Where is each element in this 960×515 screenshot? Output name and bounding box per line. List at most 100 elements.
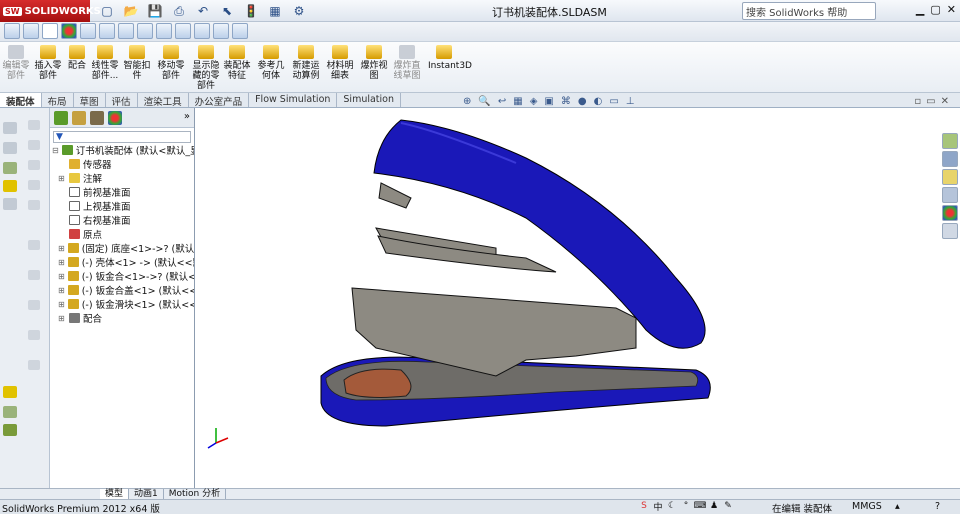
appearance-icon[interactable]: [61, 23, 77, 39]
view-back-icon[interactable]: [175, 23, 191, 39]
file-explorer-icon[interactable]: [942, 169, 958, 185]
ime-tools-icon[interactable]: ✎: [722, 500, 734, 512]
tab-1[interactable]: 布局: [42, 93, 74, 108]
ribbon-button[interactable]: 配合: [66, 45, 88, 71]
new-document-icon[interactable]: ▢: [96, 2, 118, 20]
tree-item[interactable]: ⊞ (-) 钣金滑块<1> (默认<<默认: [50, 297, 194, 311]
strip-icon[interactable]: [28, 180, 40, 190]
tab-7[interactable]: Simulation: [337, 93, 402, 107]
ribbon-button[interactable]: Instant3D: [428, 45, 472, 71]
close-icon[interactable]: ✕: [947, 3, 956, 16]
view-trimetric-icon[interactable]: [232, 23, 248, 39]
options-icon[interactable]: ⚙: [288, 2, 310, 20]
property-manager-icon[interactable]: [72, 111, 86, 125]
ribbon-button[interactable]: 智能扣件: [122, 45, 152, 81]
tab-4[interactable]: 渲染工具: [138, 93, 189, 108]
expand-toggle-icon[interactable]: ⊞: [58, 272, 65, 281]
strip-icon[interactable]: [28, 360, 40, 370]
graphics-area[interactable]: [196, 108, 940, 488]
toolbar-icon[interactable]: [80, 23, 96, 39]
ribbon-button[interactable]: 显示隐藏的零部件: [190, 45, 222, 91]
hide-show-icon[interactable]: ⌘: [561, 96, 571, 107]
hide-tree-icon[interactable]: ⊥: [626, 96, 635, 107]
expand-toggle-icon[interactable]: ⊞: [58, 244, 65, 253]
tree-item[interactable]: ⊞ (-) 钣金合<1>->? (默认<<默: [50, 269, 194, 283]
expand-toggle-icon[interactable]: ⊞: [58, 286, 65, 295]
select-cursor-icon[interactable]: ⬉: [216, 2, 238, 20]
ribbon-button[interactable]: 装配体特征: [222, 45, 252, 81]
strip-icon[interactable]: [28, 240, 40, 250]
ribbon-button[interactable]: 线性零部件...: [90, 45, 120, 81]
strip-icon[interactable]: [3, 180, 17, 192]
zoom-area-icon[interactable]: 🔍: [478, 96, 490, 107]
ime-keyboard-icon[interactable]: ⌨: [694, 500, 707, 512]
tab-6[interactable]: Flow Simulation: [249, 93, 338, 107]
open-icon[interactable]: 📂: [120, 2, 142, 20]
ribbon-button[interactable]: 新建运动算例: [290, 45, 322, 81]
view-orientation-icon[interactable]: ◈: [530, 96, 538, 107]
expand-toggle-icon[interactable]: ⊞: [58, 174, 66, 183]
display-style-icon[interactable]: ▣: [544, 96, 553, 107]
expand-toggle-icon[interactable]: ⊞: [58, 258, 65, 267]
strip-icon[interactable]: [3, 162, 17, 174]
tree-item[interactable]: ⊞ (固定) 底座<1>->? (默认<<默: [50, 241, 194, 255]
previous-view-icon[interactable]: ↩: [498, 96, 506, 107]
view-settings-icon[interactable]: ▭: [609, 96, 618, 107]
tree-item[interactable]: 原点: [50, 227, 194, 241]
file-properties-icon[interactable]: ▦: [264, 2, 286, 20]
tab-0[interactable]: 装配体: [0, 93, 42, 108]
solidworks-logo[interactable]: SW SOLIDWORKS: [0, 0, 101, 22]
view-right-icon[interactable]: [137, 23, 153, 39]
display-manager-icon[interactable]: [108, 111, 122, 125]
strip-icon[interactable]: [28, 270, 40, 280]
strip-icon[interactable]: [28, 140, 40, 150]
expand-panel-icon[interactable]: »: [184, 111, 190, 124]
appearances-icon[interactable]: [942, 205, 958, 221]
strip-icon[interactable]: [28, 200, 40, 210]
tree-item[interactable]: 上视基准面: [50, 199, 194, 213]
strip-icon[interactable]: [28, 160, 40, 170]
section-view-icon[interactable]: ▦: [513, 96, 522, 107]
appearance-icon[interactable]: ●: [578, 96, 587, 107]
ribbon-button[interactable]: 移动零部件: [156, 45, 186, 81]
bottom-tab-2[interactable]: Motion 分析: [164, 489, 227, 499]
tab-2[interactable]: 草图: [74, 93, 106, 108]
save-icon[interactable]: 💾: [144, 2, 166, 20]
view-front-icon[interactable]: [99, 23, 115, 39]
status-units[interactable]: MMGS: [852, 501, 882, 512]
ribbon-button[interactable]: 编辑零部件: [2, 45, 30, 81]
feature-manager-icon[interactable]: [54, 111, 68, 125]
tree-item[interactable]: ⊞ (-) 壳体<1> -> (默认<<默认: [50, 255, 194, 269]
ime-chinese-icon[interactable]: 中: [652, 500, 664, 513]
ime-user-icon[interactable]: ♟: [708, 500, 720, 512]
tree-item[interactable]: 右视基准面: [50, 213, 194, 227]
zoom-to-fit-icon[interactable]: ⊕: [463, 96, 471, 107]
ribbon-button[interactable]: 材料明细表: [326, 45, 354, 81]
strip-icon[interactable]: [28, 120, 40, 130]
tree-item[interactable]: ⊟ 订书机装配体 (默认<默认_显示状: [50, 143, 194, 157]
maximize-icon[interactable]: ▢: [930, 3, 940, 16]
bottom-tab-0[interactable]: 模型: [100, 489, 130, 499]
ime-punct-icon[interactable]: °: [680, 500, 692, 512]
expand-toggle-icon[interactable]: ⊞: [58, 314, 66, 323]
custom-properties-icon[interactable]: [942, 223, 958, 239]
strip-icon[interactable]: [28, 330, 40, 340]
ribbon-button[interactable]: 爆炸视图: [360, 45, 388, 81]
view-bottom-icon[interactable]: [194, 23, 210, 39]
design-library-icon[interactable]: [942, 151, 958, 167]
tree-item[interactable]: ⊞ 配合: [50, 311, 194, 325]
strip-icon[interactable]: [3, 142, 17, 154]
toolbar-icon[interactable]: [4, 23, 20, 39]
help-icon[interactable]: ?: [935, 501, 940, 512]
help-search-input[interactable]: 搜索 SolidWorks 帮助: [742, 2, 876, 20]
rebuild-icon[interactable]: 🚦: [240, 2, 262, 20]
scene-icon[interactable]: ◐: [594, 96, 603, 107]
undo-icon[interactable]: ↶: [192, 2, 214, 20]
resources-icon[interactable]: [942, 133, 958, 149]
select-icon[interactable]: [42, 23, 58, 39]
tree-item[interactable]: ⊞ 注解: [50, 171, 194, 185]
bottom-tab-1[interactable]: 动画1: [129, 489, 164, 499]
tree-item[interactable]: ⊞ (-) 钣金合盖<1> (默认<<默认: [50, 283, 194, 297]
strip-icon[interactable]: [3, 122, 17, 134]
ribbon-button[interactable]: 插入零部件: [32, 45, 64, 81]
